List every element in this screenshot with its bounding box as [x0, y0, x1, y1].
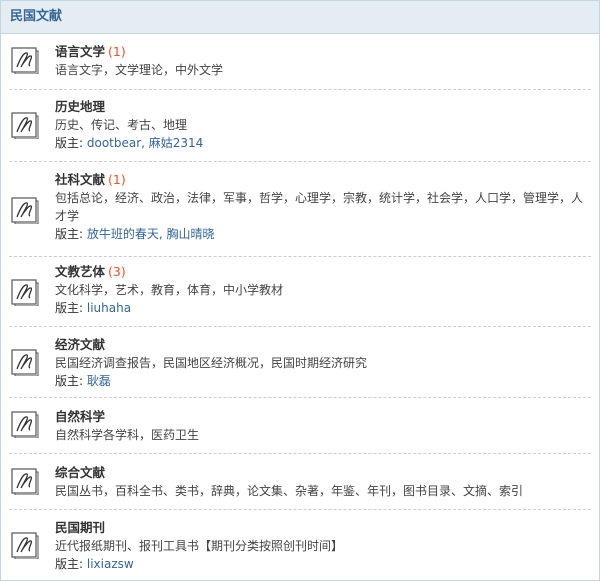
forum-row-6: 综合文献 民国丛书，百科全书、类书，辞典，论文集、杂著，年鉴、年刊，图书目录、文…	[1, 454, 599, 509]
forum-moderators: 版主: liuhaha	[55, 299, 585, 317]
forum-row-7: 民国期刊 近代报纸期刊、报刊工具书【期刊分类按照创刊时间】 版主: lixiaz…	[1, 510, 599, 580]
category-header[interactable]: 民国文献	[1, 1, 599, 34]
forum-row-1: 历史地理 历史、传记、考古、地理 版主: dootbear, 麻姑2314	[1, 90, 599, 158]
forum-moderators: 版主: lixiazsw	[55, 555, 585, 573]
forum-description: 历史、传记、考古、地理	[55, 118, 188, 132]
forum-row-4: 经济文献 民国经济调查报告，民国地区经济概况，民国时期经济研究 版主: 耿磊	[1, 327, 599, 395]
moderator-link[interactable]: 放牛班的春天, 胸山晴晓	[87, 227, 215, 241]
forum-description: 自然科学各学科，医药卫生	[55, 428, 200, 442]
moderator-link[interactable]: liuhaha	[87, 301, 131, 315]
forum-new-count: (1)	[108, 44, 126, 59]
forum-title[interactable]: 历史地理	[55, 99, 105, 114]
forum-row-5: 自然科学 自然科学各学科，医药卫生	[1, 398, 599, 450]
forum-book-icon[interactable]	[11, 47, 39, 74]
forum-title[interactable]: 语言文学	[55, 44, 105, 59]
forum-moderators: 版主: dootbear, 麻姑2314	[55, 134, 585, 152]
forum-row-3: 文教艺体 (3) 文化科学，艺术，教育，体育，中小学教材 版主: liuhaha	[1, 257, 599, 329]
forum-book-icon[interactable]	[11, 532, 39, 559]
forum-description: 近代报纸期刊、报刊工具书【期刊分类按照创刊时间】	[55, 539, 344, 553]
forum-book-icon[interactable]	[11, 197, 39, 224]
forum-book-icon[interactable]	[11, 279, 39, 306]
forum-book-icon[interactable]	[11, 112, 39, 139]
category-title[interactable]: 民国文献	[10, 9, 62, 24]
forum-new-count: (1)	[108, 172, 126, 187]
moderator-label: 版主:	[55, 227, 87, 241]
moderator-label: 版主:	[55, 557, 87, 571]
forum-category-panel: 民国文献 语言文学 (1) 语言文字，文学理论，中外文学 历史地理 历史、传记、考…	[0, 0, 600, 581]
forum-row-2: 社科文献 (1) 包括总论，经济、政治，法律，军事，哲学，心理学，宗教，统计学，社…	[1, 162, 599, 254]
forum-moderators: 版主: 放牛班的春天, 胸山晴晓	[55, 225, 585, 243]
forum-title[interactable]: 自然科学	[55, 409, 105, 424]
forum-book-icon[interactable]	[11, 349, 39, 376]
moderator-label: 版主:	[55, 136, 87, 150]
forum-description: 民国丛书，百科全书、类书，辞典，论文集、杂著，年鉴、年刊，图书目录、文摘、索引	[55, 484, 524, 498]
moderator-link[interactable]: 耿磊	[87, 374, 111, 388]
forum-title[interactable]: 社科文献	[55, 172, 105, 187]
forum-book-icon[interactable]	[11, 411, 39, 438]
moderator-label: 版主:	[55, 374, 87, 388]
forum-new-count: (3)	[108, 264, 126, 279]
forum-description: 语言文字，文学理论，中外文学	[55, 63, 224, 77]
forum-moderators: 版主: 耿磊	[55, 372, 585, 390]
forum-description: 包括总论，经济、政治，法律，军事，哲学，心理学，宗教，统计学，社会学，人口学，管…	[55, 191, 584, 223]
forum-title[interactable]: 文教艺体	[55, 264, 105, 279]
forum-description: 文化科学，艺术，教育，体育，中小学教材	[55, 283, 284, 297]
moderator-label: 版主:	[55, 301, 87, 315]
moderator-link[interactable]: lixiazsw	[87, 557, 134, 571]
forum-title[interactable]: 经济文献	[55, 337, 105, 352]
forum-book-icon[interactable]	[11, 468, 39, 495]
forum-title[interactable]: 民国期刊	[55, 520, 105, 535]
moderator-link[interactable]: dootbear, 麻姑2314	[87, 136, 203, 150]
forum-row-0: 语言文学 (1) 语言文字，文学理论，中外文学	[1, 34, 599, 84]
forum-description: 民国经济调查报告，民国地区经济概况，民国时期经济研究	[55, 356, 368, 370]
forum-title[interactable]: 综合文献	[55, 465, 105, 480]
